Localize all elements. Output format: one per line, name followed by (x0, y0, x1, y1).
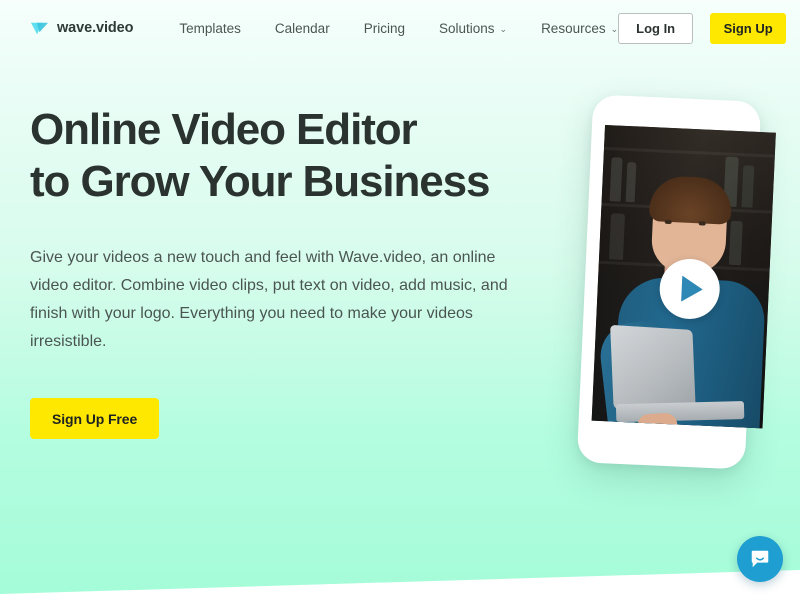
bottle (625, 161, 637, 203)
nav-label: Solutions (438, 20, 495, 36)
nav-actions: Log In Sign Up (618, 12, 787, 44)
nav-item-solutions[interactable]: Solutions ⌄ (439, 21, 507, 36)
chat-launcher-button[interactable] (737, 536, 783, 582)
main-navigation: wave.video Templates Calendar Pricing So… (0, 0, 800, 56)
wave-play-logo-icon (30, 19, 49, 38)
chevron-down-icon: ⌄ (610, 23, 619, 34)
person-eye (698, 221, 706, 226)
bottle (609, 157, 623, 202)
laptop-base (615, 401, 745, 423)
signup-free-button[interactable]: Sign Up Free (30, 398, 160, 440)
nav-item-calendar[interactable]: Calendar (275, 21, 330, 36)
chat-bubble-icon (751, 550, 769, 568)
video-thumbnail[interactable] (591, 124, 776, 429)
hero-section: Online Video Editor to Grow Your Busines… (0, 56, 560, 440)
nav-label: Resources (541, 20, 606, 36)
brand-logo[interactable]: wave.video (30, 19, 133, 38)
play-icon (681, 275, 704, 303)
bottle (741, 165, 755, 208)
bottle (608, 213, 626, 260)
chevron-down-icon: ⌄ (499, 23, 508, 34)
bottle (728, 220, 743, 266)
decorative-wedge (0, 554, 800, 600)
wedge-shape (0, 570, 800, 600)
nav-item-pricing[interactable]: Pricing (364, 21, 405, 36)
nav-item-resources[interactable]: Resources ⌄ (541, 21, 618, 36)
person-hand (636, 412, 679, 429)
nav-label: Pricing (363, 20, 405, 36)
phone-mockup (576, 94, 776, 470)
headline-line-2: to Grow Your Business (30, 156, 490, 206)
nav-item-templates[interactable]: Templates (179, 21, 241, 36)
laptop-lid (610, 324, 696, 414)
nav-links: Templates Calendar Pricing Solutions ⌄ R… (179, 21, 618, 36)
signup-button[interactable]: Sign Up (710, 12, 787, 44)
brand-name: wave.video (57, 20, 134, 36)
page-title: Online Video Editor to Grow Your Busines… (30, 104, 560, 208)
login-button[interactable]: Log In (618, 12, 694, 44)
hero-paragraph: Give your videos a new touch and feel wi… (30, 248, 508, 351)
nav-label: Templates (179, 20, 241, 36)
person-eye (664, 219, 672, 225)
headline-line-1: Online Video Editor (30, 105, 418, 154)
nav-label: Calendar (274, 20, 330, 36)
